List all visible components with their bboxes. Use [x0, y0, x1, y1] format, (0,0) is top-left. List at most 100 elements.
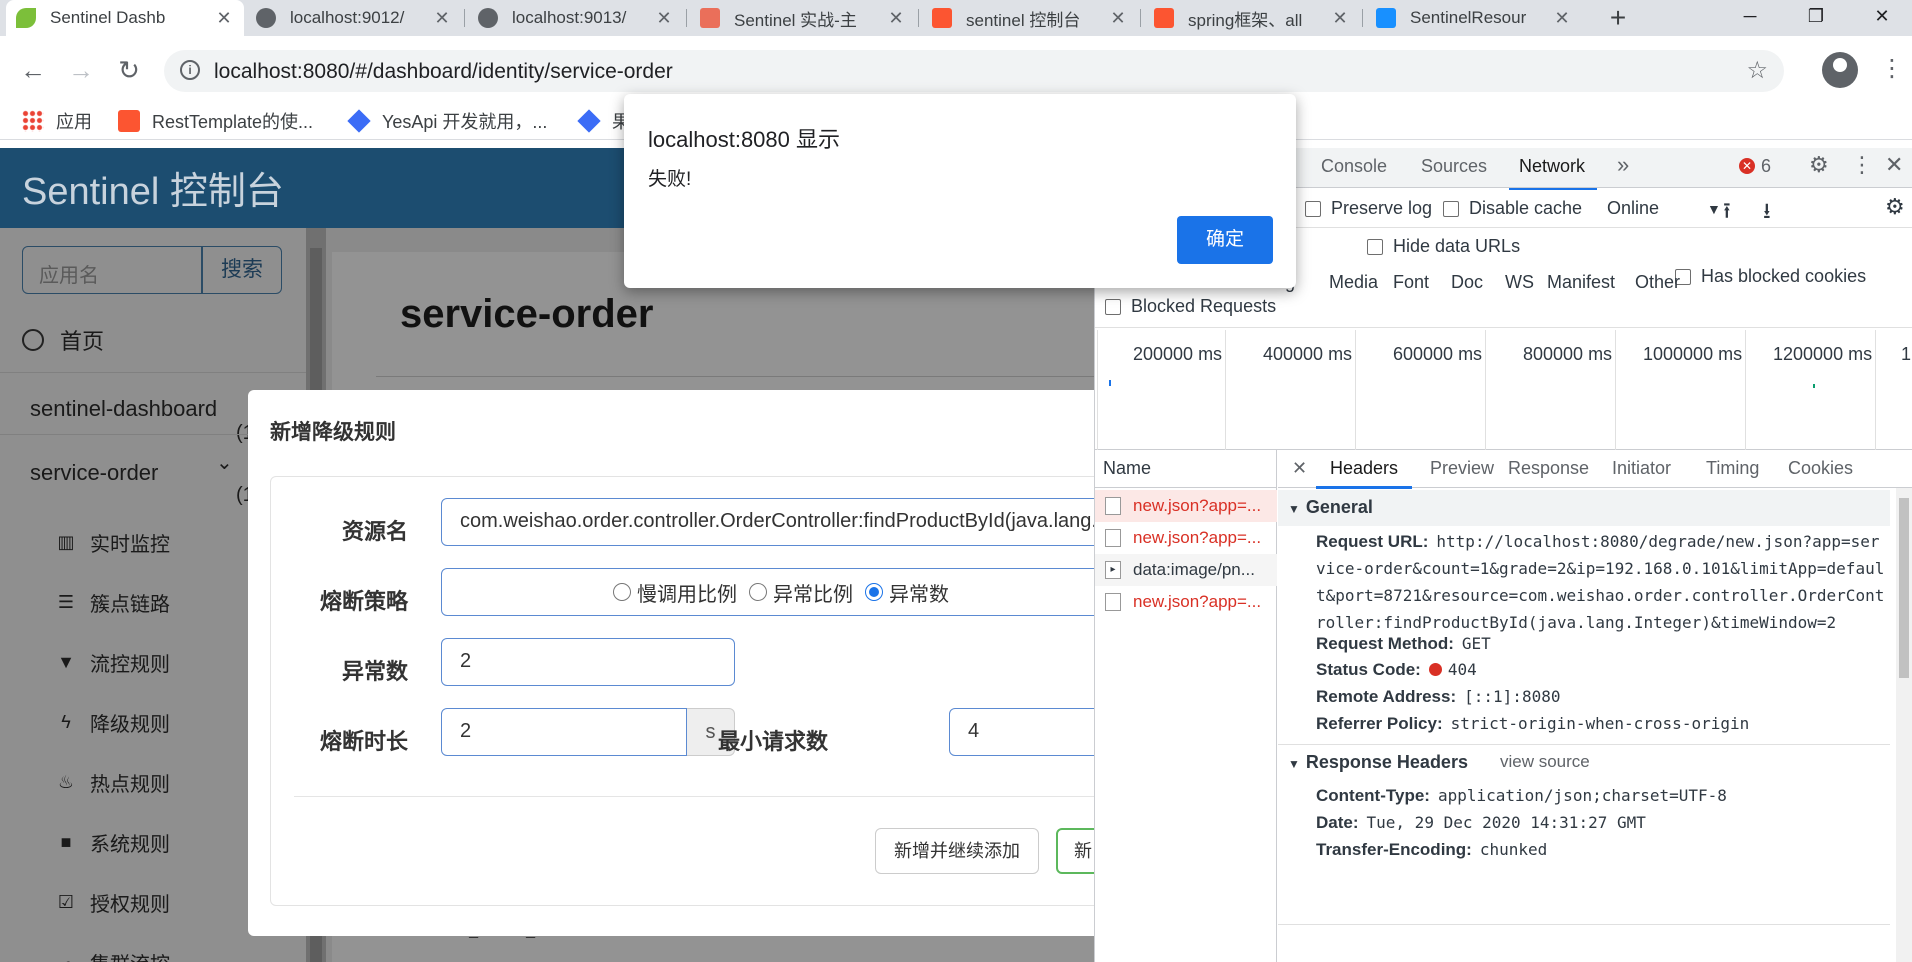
request-row[interactable]: new.json?app=... [1095, 490, 1277, 522]
tab-headers[interactable]: Headers [1315, 458, 1413, 489]
sidebar-item-cluster-flow[interactable]: ☁ 集群流控 [56, 948, 170, 962]
error-count[interactable]: 6 [1761, 156, 1771, 177]
filter-manifest[interactable]: Manifest [1547, 272, 1615, 293]
sidebar-item-home[interactable]: 首页 [22, 324, 328, 356]
bookmark-resttemplate[interactable]: RestTemplate的使... [118, 108, 313, 134]
sidebar-item-degrade-rules[interactable]: ϟ 降级规则 [56, 708, 170, 737]
close-tab-icon[interactable]: ✕ [432, 8, 452, 29]
tab-console[interactable]: Console [1321, 156, 1387, 177]
checkbox[interactable] [1105, 298, 1121, 315]
checkbox[interactable] [1305, 200, 1321, 217]
url-text[interactable]: localhost:8080/#/dashboard/identity/serv… [214, 60, 673, 84]
reload-button[interactable]: ↻ [114, 52, 144, 88]
sidebar-item-hotspot-rules[interactable]: ♨ 热点规则 [56, 768, 170, 797]
add-and-continue-button[interactable]: 新增并继续添加 [875, 828, 1039, 874]
back-button[interactable]: ← [18, 52, 48, 88]
bookmark-apps[interactable]: 应用 [22, 108, 92, 134]
radio-exception-ratio[interactable]: 异常比例 [749, 578, 853, 607]
preserve-log-checkbox[interactable]: Preserve log [1305, 198, 1432, 219]
bookmark-more[interactable]: 果 [577, 108, 630, 134]
radio-dot[interactable] [613, 583, 631, 601]
sidebar-item-realtime[interactable]: ▥ 实时监控 [56, 528, 170, 557]
checkbox[interactable] [1443, 200, 1459, 217]
devtools-menu-icon[interactable]: ⋮ [1851, 152, 1873, 178]
network-settings-icon[interactable]: ⚙ [1885, 194, 1905, 220]
blocked-requests-checkbox[interactable]: Blocked Requests [1105, 296, 1276, 317]
request-row[interactable]: new.json?app=... [1095, 522, 1277, 554]
sidebar-item-system-rules[interactable]: ■ 系统规则 [56, 828, 170, 857]
network-timeline[interactable]: 200000 ms 400000 ms 600000 ms 800000 ms … [1095, 330, 1912, 450]
filter-other[interactable]: Other [1635, 272, 1680, 293]
profile-avatar[interactable] [1822, 52, 1858, 88]
name-column-header[interactable]: Name [1095, 450, 1277, 488]
has-blocked-cookies-checkbox[interactable]: Has blocked cookies [1675, 266, 1866, 287]
disable-cache-checkbox[interactable]: Disable cache [1443, 198, 1582, 219]
tab-localhost-9012[interactable]: localhost:9012/ ✕ [246, 0, 462, 36]
bookmark-star-icon[interactable]: ☆ [1746, 56, 1768, 85]
chevron-down-icon[interactable]: ⌄ [216, 450, 233, 475]
more-tabs-icon[interactable]: » [1617, 152, 1629, 178]
checkbox[interactable] [1367, 238, 1383, 255]
restore-button[interactable]: ❐ [1788, 0, 1844, 36]
settings-gear-icon[interactable]: ⚙ [1809, 152, 1829, 178]
view-source-link[interactable]: view source [1500, 752, 1590, 772]
scrollbar-thumb[interactable] [1899, 498, 1909, 678]
general-section-header[interactable]: ▼ General [1278, 490, 1890, 526]
new-tab-button[interactable]: + [1596, 0, 1640, 36]
forward-button[interactable]: → [66, 52, 96, 88]
close-tab-icon[interactable]: ✕ [1552, 8, 1572, 29]
error-icon[interactable]: ✕ [1739, 158, 1755, 174]
tab-sentinel-dashboard[interactable]: Sentinel Dashb ✕ [6, 0, 244, 36]
info-icon[interactable]: i [180, 60, 200, 80]
app-search-input[interactable]: 应用名 [22, 246, 202, 294]
close-tab-icon[interactable]: ✕ [886, 8, 906, 29]
close-detail-icon[interactable]: ✕ [1292, 458, 1307, 479]
sidebar-item-flow-rules[interactable]: ▼ 流控规则 [56, 648, 170, 677]
min-requests-input[interactable]: 4 [949, 708, 1094, 756]
radio-exception-count[interactable]: 异常数 [865, 578, 949, 607]
filter-media[interactable]: Media [1329, 272, 1378, 293]
minimize-button[interactable]: ─ [1722, 0, 1778, 36]
import-har-icon[interactable]: ⭱ [1723, 194, 1731, 232]
sidebar-item-auth-rules[interactable]: ☑ 授权规则 [56, 888, 170, 917]
tab-csdn-spring[interactable]: spring框架、all ✕ [1144, 0, 1360, 36]
throttle-select[interactable]: Online ▼ [1607, 198, 1721, 219]
tab-sentinel-resource[interactable]: SentinelResour ✕ [1366, 0, 1582, 36]
tab-cookies[interactable]: Cookies [1788, 458, 1853, 479]
export-har-icon[interactable]: ⭳ [1763, 194, 1771, 232]
alert-ok-button[interactable]: 确定 [1177, 216, 1273, 264]
radio-slow-call-ratio[interactable]: 慢调用比例 [613, 578, 737, 607]
duration-input[interactable]: 2 [441, 708, 687, 756]
browser-menu-icon[interactable]: ⋮ [1880, 54, 1904, 83]
tab-network[interactable]: Network [1508, 156, 1598, 190]
bookmark-yesapi[interactable]: YesApi 开发就用，... [347, 108, 547, 134]
sidebar-item-cluster-link[interactable]: ☰ 簇点链路 [56, 588, 170, 617]
add-button[interactable]: 新 [1056, 828, 1094, 874]
detail-scrollbar[interactable] [1896, 488, 1912, 962]
resource-input[interactable]: com.weishao.order.controller.OrderContro… [441, 498, 1094, 546]
request-row[interactable]: new.json?app=... [1095, 586, 1277, 618]
tab-localhost-9013[interactable]: localhost:9013/ ✕ [468, 0, 684, 36]
tab-response[interactable]: Response [1508, 458, 1589, 479]
tab-timing[interactable]: Timing [1706, 458, 1759, 479]
search-button[interactable]: 搜索 [202, 246, 282, 294]
filter-font[interactable]: Font [1393, 272, 1429, 293]
tab-initiator[interactable]: Initiator [1612, 458, 1671, 479]
tab-sources[interactable]: Sources [1421, 156, 1487, 177]
close-tab-icon[interactable]: ✕ [214, 8, 234, 29]
close-window-button[interactable]: ✕ [1854, 0, 1910, 36]
filter-doc[interactable]: Doc [1451, 272, 1483, 293]
radio-dot[interactable] [749, 583, 767, 601]
tab-csdn-sentinel[interactable]: sentinel 控制台 ✕ [922, 0, 1138, 36]
tab-preview[interactable]: Preview [1430, 458, 1494, 479]
close-devtools-icon[interactable]: ✕ [1885, 152, 1903, 178]
hide-data-urls-checkbox[interactable]: Hide data URLs [1367, 236, 1520, 257]
request-row[interactable]: ▸ data:image/pn... [1095, 554, 1277, 586]
tab-jianshu[interactable]: Sentinel 实战-主 ✕ [690, 0, 916, 36]
close-tab-icon[interactable]: ✕ [1330, 8, 1350, 29]
exception-count-input[interactable]: 2 [441, 638, 735, 686]
response-headers-section-header[interactable]: ▼ Response Headers view source [1278, 744, 1890, 778]
radio-dot-selected[interactable] [865, 583, 883, 601]
address-bar[interactable]: i localhost:8080/#/dashboard/identity/se… [164, 50, 1784, 92]
close-tab-icon[interactable]: ✕ [654, 8, 674, 29]
